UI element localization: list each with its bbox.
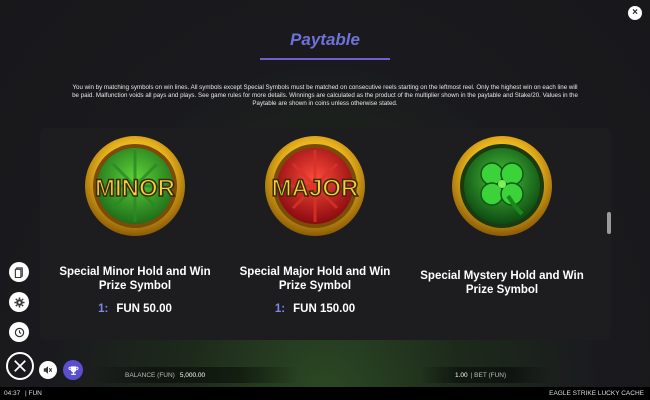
symbol-card-major: MAJOR Special Major Hold and Win Prize S… [220, 128, 410, 340]
symbol-card-minor: MINOR Special Minor Hold and Win Prize S… [40, 128, 230, 340]
prize-multiplier: 1: [98, 303, 109, 315]
balance-display: BALANCE (FUN) 5,000.00 [125, 372, 205, 379]
intro-text: You win by matching symbols on win lines… [72, 84, 578, 108]
close-icon [14, 360, 26, 372]
symbol-card-mystery: Special Mystery Hold and Win Prize Symbo… [407, 128, 597, 340]
scrollbar[interactable] [607, 212, 611, 234]
prize-value: FUN 150.00 [293, 303, 356, 315]
close-button[interactable] [6, 352, 34, 380]
gear-icon[interactable] [9, 292, 29, 312]
symbol-label: Special Minor Hold and Win Prize Symbol [59, 266, 211, 292]
symbol-label: Special Mystery Hold and Win Prize Symbo… [420, 270, 584, 296]
history-icon[interactable] [9, 322, 29, 342]
clover-coin-icon [452, 136, 552, 236]
game-mode: | FUN [25, 390, 42, 397]
svg-text:MINOR: MINOR [95, 175, 175, 202]
bet-value: 1.00 [455, 372, 468, 379]
bet-label: | BET (FUN) [470, 372, 507, 379]
sound-off-button[interactable] [39, 361, 57, 379]
mute-icon [43, 366, 53, 374]
svg-text:MAJOR: MAJOR [272, 175, 359, 202]
balance-label: BALANCE (FUN) [125, 372, 175, 379]
title-underline [260, 58, 390, 60]
game-name: EAGLE STRIKE LUCKY CACHE [549, 390, 644, 397]
major-coin-icon: MAJOR [265, 136, 365, 236]
trophy-icon [68, 365, 78, 375]
paytable-panel: MINOR Special Minor Hold and Win Prize S… [40, 128, 611, 340]
status-bar: 04:37 | FUN EAGLE STRIKE LUCKY CACHE [0, 387, 650, 400]
prize-multiplier: 1: [274, 303, 286, 315]
trophy-button[interactable] [63, 360, 83, 380]
prize-row: 1: FUN 50.00 [40, 303, 230, 315]
prize-value: FUN 50.00 [116, 303, 172, 315]
prize-row: 1: FUN 150.00 [220, 303, 410, 315]
bet-display: 1.00 | BET (FUN) [455, 372, 506, 379]
minor-coin-icon: MINOR [85, 136, 185, 236]
document-icon[interactable] [9, 262, 29, 282]
page-title: Paytable [290, 30, 360, 49]
balance-value: 5,000.00 [179, 372, 206, 379]
clock: 04:37 [4, 390, 21, 397]
close-icon[interactable]: × [628, 6, 642, 20]
symbol-label: Special Major Hold and Win Prize Symbol [239, 266, 391, 292]
